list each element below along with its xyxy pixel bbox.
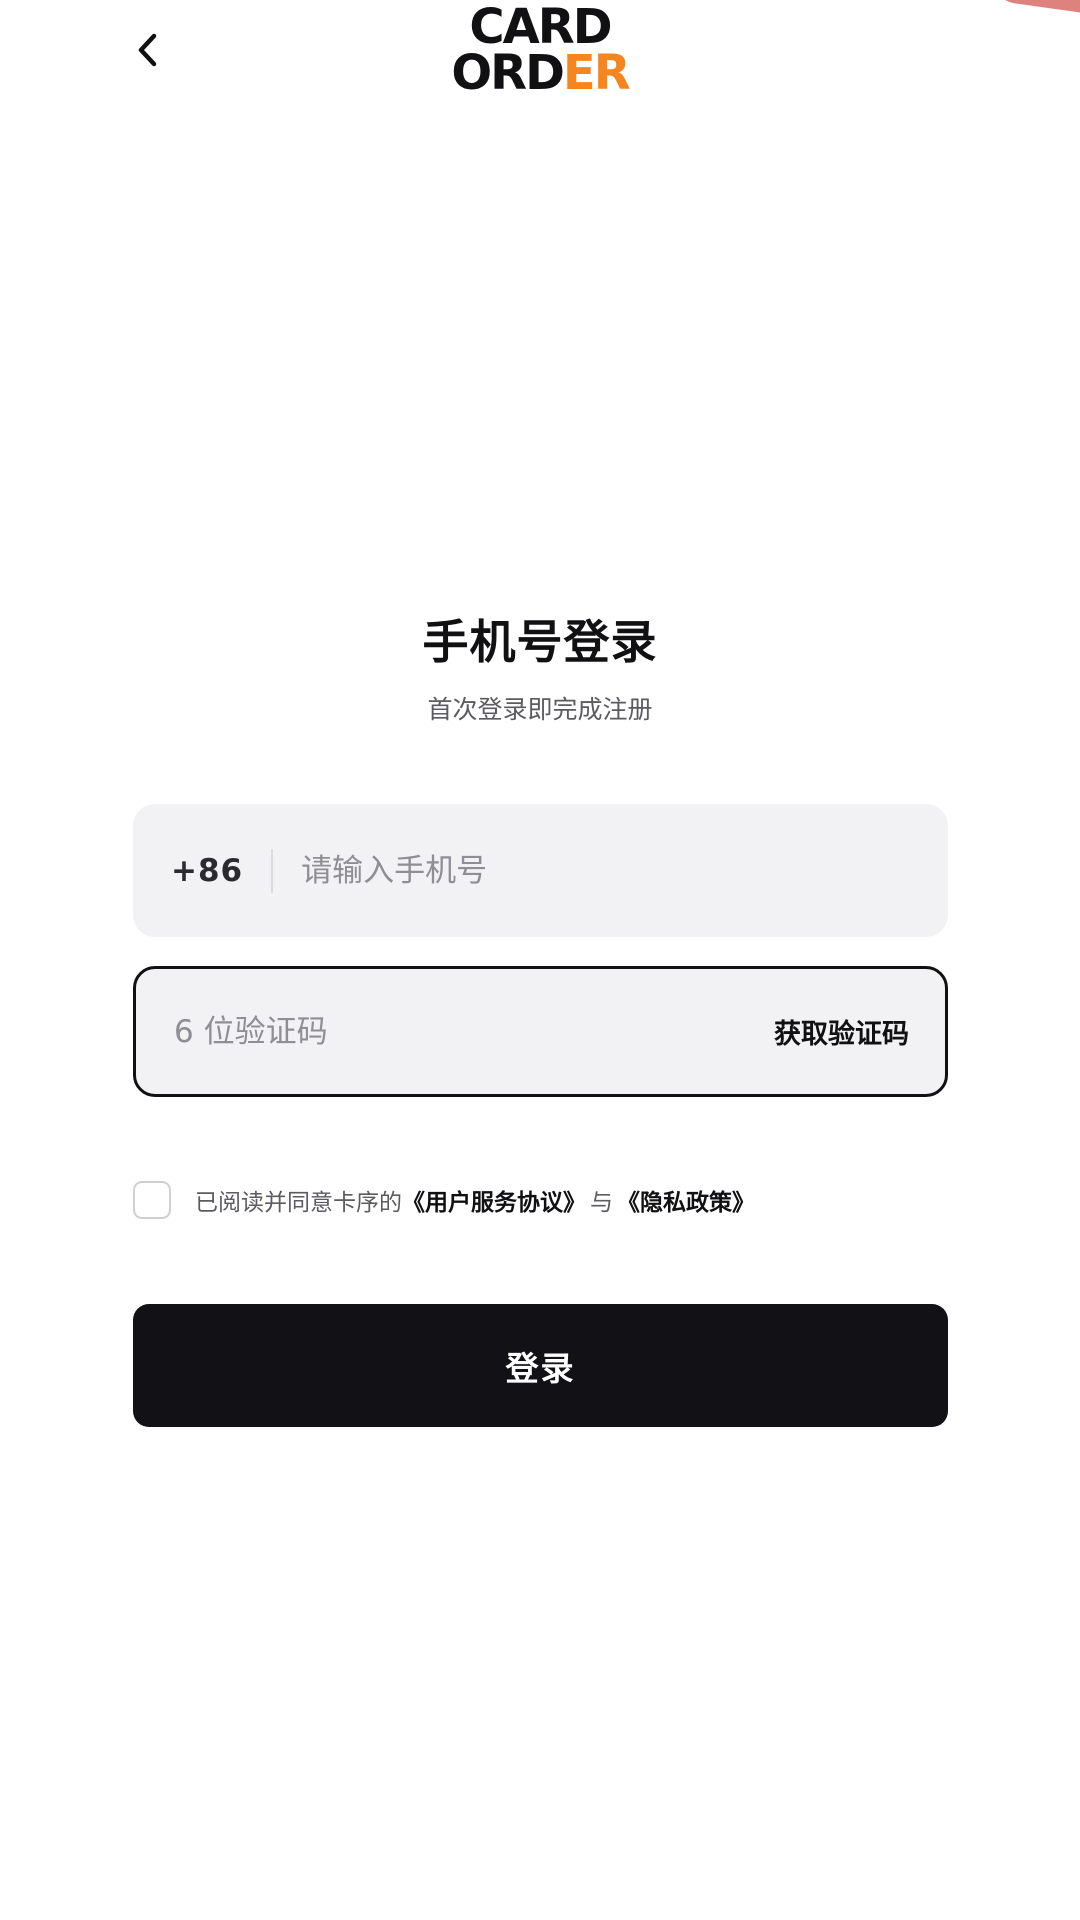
agreement-prefix: 已阅读并同意卡序的	[195, 1190, 402, 1216]
logo-line-1: CARD	[469, 0, 612, 55]
agreement-row: 已阅读并同意卡序的 《用户服务协议》 与 《隐私政策》	[133, 1181, 755, 1219]
field-divider	[271, 848, 274, 893]
logo-line-2-main: ORD	[451, 45, 565, 101]
logo-line-2: ORDER	[0, 49, 1080, 97]
phone-field[interactable]: +86	[133, 804, 948, 937]
agreement-conjunction: 与	[590, 1190, 613, 1216]
verification-code-input[interactable]	[174, 1001, 774, 1062]
country-code-selector[interactable]: +86	[171, 853, 243, 889]
agreement-checkbox[interactable]	[133, 1181, 171, 1219]
page-subtitle: 首次登录即完成注册	[427, 695, 653, 724]
get-code-button[interactable]: 获取验证码	[774, 1012, 909, 1051]
page-title: 手机号登录	[422, 615, 658, 669]
privacy-link[interactable]: 《隐私政策》	[617, 1183, 755, 1217]
terms-link[interactable]: 《用户服务协议》	[402, 1183, 586, 1217]
login-button[interactable]: 登录	[133, 1304, 948, 1427]
logo-line-2-accent: ER	[562, 45, 631, 101]
verification-code-field[interactable]: 获取验证码	[133, 966, 948, 1097]
phone-input[interactable]	[301, 840, 948, 901]
app-logo: CARD ORDER	[0, 0, 1080, 97]
